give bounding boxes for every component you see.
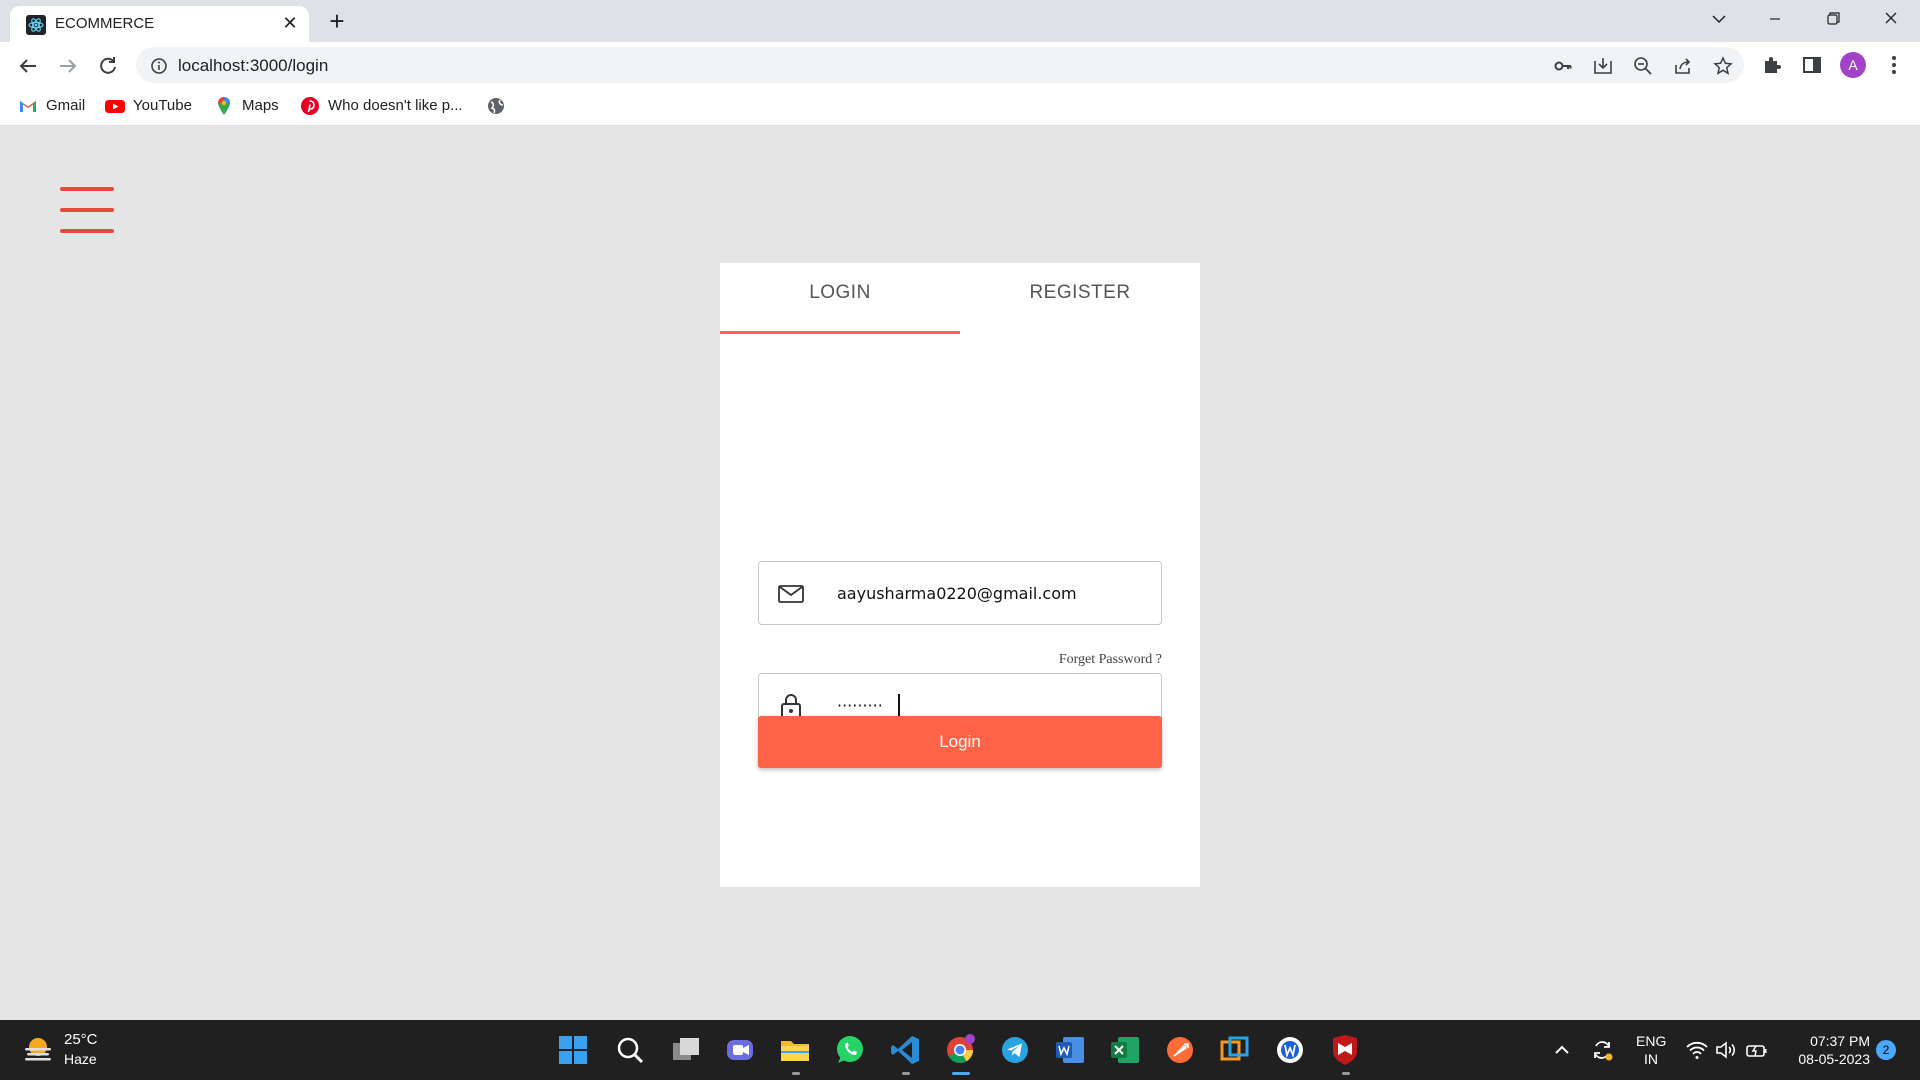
chevron-up-icon[interactable] bbox=[1550, 1038, 1574, 1062]
share-icon[interactable] bbox=[1672, 55, 1694, 77]
login-page: LOGIN REGISTER Forget Password ? Login bbox=[0, 127, 1920, 1020]
forget-password-link[interactable]: Forget Password ? bbox=[1059, 652, 1162, 668]
chrome-icon[interactable] bbox=[943, 1033, 977, 1067]
bookmark-star-icon[interactable] bbox=[1712, 55, 1734, 77]
teams-chat-icon[interactable] bbox=[723, 1033, 757, 1067]
browser-tab[interactable]: ECOMMERCE ✕ bbox=[10, 6, 309, 42]
gmail-icon bbox=[20, 101, 36, 112]
virtualbox-icon[interactable] bbox=[1218, 1033, 1252, 1067]
weather-temperature: 25°C bbox=[64, 1031, 98, 1048]
tab-register[interactable]: REGISTER bbox=[960, 263, 1200, 333]
minimize-icon[interactable] bbox=[1752, 0, 1798, 40]
chrome-menu-icon[interactable] bbox=[1882, 53, 1906, 77]
word-icon[interactable] bbox=[1053, 1033, 1087, 1067]
running-indicator bbox=[1342, 1072, 1350, 1075]
sync-icon[interactable] bbox=[1590, 1038, 1614, 1062]
file-explorer-icon[interactable] bbox=[778, 1033, 812, 1067]
mail-icon bbox=[778, 585, 804, 603]
close-window-icon[interactable] bbox=[1868, 0, 1914, 40]
clock-date: 08-05-2023 bbox=[1798, 1051, 1870, 1067]
active-app-indicator bbox=[952, 1072, 970, 1075]
weather-description: Haze bbox=[64, 1051, 97, 1067]
key-icon[interactable] bbox=[1552, 55, 1574, 77]
maps-icon bbox=[218, 97, 230, 115]
active-tab-indicator bbox=[720, 331, 960, 334]
system-clock[interactable]: 07:37 PM 08-05-2023 bbox=[1780, 1032, 1870, 1068]
search-icon[interactable] bbox=[613, 1033, 647, 1067]
tab-login[interactable]: LOGIN bbox=[720, 263, 960, 333]
youtube-icon bbox=[105, 100, 125, 113]
login-signup-card: LOGIN REGISTER Forget Password ? Login bbox=[720, 263, 1200, 887]
back-arrow-icon[interactable] bbox=[14, 52, 42, 80]
bookmark-label: Who doesn't like p... bbox=[328, 97, 463, 114]
forward-arrow-icon[interactable] bbox=[54, 52, 82, 80]
mcafee-icon[interactable] bbox=[1328, 1033, 1362, 1067]
lang-region: IN bbox=[1644, 1051, 1658, 1067]
vscode-icon[interactable] bbox=[888, 1033, 922, 1067]
globe-icon bbox=[488, 98, 504, 114]
task-view-icon[interactable] bbox=[669, 1033, 703, 1067]
lang-code: ENG bbox=[1636, 1033, 1667, 1049]
react-favicon-icon bbox=[26, 15, 46, 35]
bookmark-label: Maps bbox=[242, 97, 279, 114]
tab-close-icon[interactable]: ✕ bbox=[280, 13, 300, 33]
bookmark-label: Gmail bbox=[46, 97, 86, 114]
haze-weather-icon[interactable] bbox=[22, 1034, 54, 1066]
site-info-icon[interactable] bbox=[148, 55, 170, 77]
browser-tabstrip: ECOMMERCE ✕ + bbox=[0, 0, 1920, 42]
side-panel-icon[interactable] bbox=[1800, 53, 1824, 77]
running-indicator bbox=[792, 1072, 800, 1075]
notification-badge[interactable]: 2 bbox=[1876, 1040, 1896, 1060]
reload-icon[interactable] bbox=[94, 52, 122, 80]
battery-icon[interactable] bbox=[1745, 1038, 1769, 1062]
windows-taskbar: 25°C Haze ENG IN 07:37 PM 08-05-2023 2 bbox=[0, 1020, 1920, 1080]
install-app-icon[interactable] bbox=[1592, 55, 1614, 77]
url-text: localhost:3000/login bbox=[178, 56, 329, 75]
pinterest-icon bbox=[301, 97, 319, 115]
new-tab-button[interactable]: + bbox=[325, 7, 349, 35]
windows-start-icon[interactable] bbox=[556, 1033, 590, 1067]
bookmark-label: YouTube bbox=[133, 97, 192, 114]
whatsapp-icon[interactable] bbox=[833, 1033, 867, 1067]
address-bar[interactable]: localhost:3000/login bbox=[136, 47, 1744, 83]
clock-time: 07:37 PM bbox=[1810, 1033, 1870, 1049]
volume-icon[interactable] bbox=[1714, 1038, 1738, 1062]
hamburger-menu-icon[interactable] bbox=[60, 187, 114, 235]
text-cursor bbox=[898, 694, 900, 718]
wifi-icon[interactable] bbox=[1685, 1038, 1709, 1062]
email-field[interactable] bbox=[758, 561, 1162, 625]
tab-title: ECOMMERCE bbox=[55, 15, 155, 32]
browser-toolbar: localhost:3000/login bbox=[0, 42, 1920, 88]
tab-search-chevron-icon[interactable] bbox=[1696, 0, 1742, 40]
bookmarks-bar: Gmail YouTube Maps Who doesn't like p... bbox=[0, 88, 1920, 126]
login-button[interactable]: Login bbox=[758, 716, 1162, 768]
running-indicator bbox=[902, 1072, 910, 1075]
wps-app-icon[interactable] bbox=[1273, 1033, 1307, 1067]
telegram-icon[interactable] bbox=[998, 1033, 1032, 1067]
restore-icon[interactable] bbox=[1810, 0, 1856, 40]
profile-avatar[interactable]: A bbox=[1840, 52, 1866, 78]
input-language[interactable]: ENG IN bbox=[1636, 1032, 1666, 1068]
excel-icon[interactable] bbox=[1108, 1033, 1142, 1067]
postman-icon[interactable] bbox=[1163, 1033, 1197, 1067]
email-input[interactable] bbox=[837, 576, 1137, 610]
zoom-out-icon[interactable] bbox=[1632, 55, 1654, 77]
extensions-puzzle-icon[interactable] bbox=[1760, 53, 1784, 77]
